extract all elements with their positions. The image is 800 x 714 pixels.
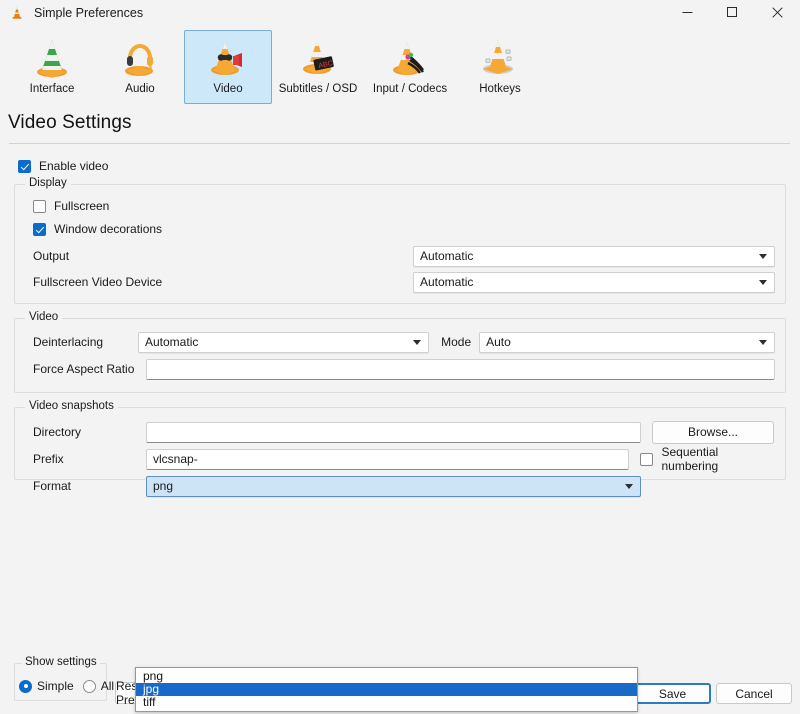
window-controls xyxy=(665,0,800,25)
tab-interface[interactable]: Interface xyxy=(8,30,96,104)
fullscreen-checkbox[interactable] xyxy=(33,200,46,213)
tab-hotkeys[interactable]: Hotkeys xyxy=(456,30,544,104)
directory-row: Directory Browse... xyxy=(25,421,775,443)
fullscreen-video-device-combobox[interactable]: Automatic xyxy=(413,272,775,293)
sequential-numbering-checkbox[interactable] xyxy=(640,453,653,466)
tab-video[interactable]: Video xyxy=(184,30,272,104)
cancel-button[interactable]: Cancel xyxy=(716,683,792,704)
save-button-label: Save xyxy=(659,687,686,701)
tab-label: Interface xyxy=(30,83,75,95)
mode-label: Mode xyxy=(441,335,471,349)
mode-combobox[interactable]: Auto xyxy=(479,332,775,353)
show-settings-options: Simple All xyxy=(19,677,106,695)
save-button[interactable]: Save xyxy=(634,683,711,704)
fullscreen-row[interactable]: Fullscreen xyxy=(33,197,775,215)
directory-label: Directory xyxy=(33,425,146,439)
format-dropdown-list[interactable]: png jpg tiff xyxy=(135,667,638,712)
title-bar: Simple Preferences xyxy=(0,0,800,25)
chevron-down-icon xyxy=(625,484,633,489)
window-decorations-label: Window decorations xyxy=(54,222,162,236)
radio-simple-label: Simple xyxy=(37,679,74,693)
format-value: png xyxy=(147,479,173,493)
close-icon[interactable] xyxy=(755,0,800,25)
prefix-value: vlcsnap- xyxy=(147,452,198,466)
tab-label: Subtitles / OSD xyxy=(279,83,358,95)
mode-value: Auto xyxy=(480,335,511,349)
prefix-label: Prefix xyxy=(33,452,146,466)
chevron-down-icon xyxy=(759,280,767,285)
output-combobox[interactable]: Automatic xyxy=(413,246,775,267)
vlc-subtitles-icon: ABC xyxy=(295,36,341,80)
output-value: Automatic xyxy=(414,249,473,263)
deinterlacing-row: Deinterlacing Automatic Mode Auto xyxy=(25,331,775,353)
vlc-audio-icon xyxy=(117,36,163,80)
tab-audio[interactable]: Audio xyxy=(96,30,184,104)
tab-label: Input / Codecs xyxy=(373,83,447,95)
force-aspect-ratio-row: Force Aspect Ratio xyxy=(25,358,775,380)
tab-label: Video xyxy=(213,83,242,95)
format-label: Format xyxy=(33,479,146,493)
enable-video-label: Enable video xyxy=(39,159,108,173)
fullscreen-label: Fullscreen xyxy=(54,199,109,213)
deinterlacing-combobox[interactable]: Automatic xyxy=(138,332,429,353)
format-option-tiff[interactable]: tiff xyxy=(136,696,637,709)
display-group-title: Display xyxy=(25,177,71,189)
directory-input[interactable] xyxy=(146,422,641,443)
chevron-down-icon xyxy=(759,254,767,259)
enable-video-row[interactable]: Enable video xyxy=(18,157,786,175)
vlc-hotkeys-icon xyxy=(477,36,523,80)
enable-video-checkbox[interactable] xyxy=(18,160,31,173)
radio-simple[interactable] xyxy=(19,680,32,693)
tab-subtitles-osd[interactable]: ABC Subtitles / OSD xyxy=(272,30,364,104)
format-option-png[interactable]: png xyxy=(136,670,637,683)
window-decorations-checkbox[interactable] xyxy=(33,223,46,236)
prefix-row: Prefix vlcsnap- Sequential numbering xyxy=(25,448,775,470)
tab-label: Hotkeys xyxy=(479,83,521,95)
vlc-interface-icon xyxy=(29,36,75,80)
chevron-down-icon xyxy=(759,340,767,345)
minimize-icon[interactable] xyxy=(665,0,710,25)
cancel-button-label: Cancel xyxy=(735,687,772,701)
video-snapshots-group: Video snapshots Directory Browse... Pref… xyxy=(14,407,786,480)
format-option-jpg[interactable]: jpg xyxy=(136,683,637,696)
fullscreen-video-device-value: Automatic xyxy=(414,275,473,289)
prefix-input[interactable]: vlcsnap- xyxy=(146,449,629,470)
show-settings-group: Show settings Simple All xyxy=(14,663,107,701)
browse-button-label: Browse... xyxy=(688,425,738,439)
sequential-numbering-label: Sequential numbering xyxy=(661,445,775,473)
vlc-cone-icon xyxy=(9,5,25,21)
page-title: Video Settings xyxy=(8,112,800,134)
tab-label: Audio xyxy=(125,83,154,95)
force-aspect-ratio-label: Force Aspect Ratio xyxy=(33,362,146,376)
radio-all[interactable] xyxy=(83,680,96,693)
sequential-numbering-row[interactable]: Sequential numbering xyxy=(640,450,775,468)
vlc-video-icon xyxy=(205,36,251,80)
video-group-title: Video xyxy=(25,311,62,323)
video-group: Video Deinterlacing Automatic Mode Auto … xyxy=(14,318,786,393)
deinterlacing-value: Automatic xyxy=(139,335,198,349)
fullscreen-video-device-row: Fullscreen Video Device Automatic xyxy=(25,271,775,293)
video-snapshots-group-title: Video snapshots xyxy=(25,400,118,412)
maximize-icon[interactable] xyxy=(710,0,755,25)
preferences-tab-strip: Interface Audio xyxy=(0,25,800,108)
format-combobox[interactable]: png xyxy=(146,476,641,497)
window-decorations-row[interactable]: Window decorations xyxy=(33,220,775,238)
radio-all-label: All xyxy=(101,679,114,693)
settings-content: Enable video Display Fullscreen Window d… xyxy=(0,157,800,480)
window-title: Simple Preferences xyxy=(34,6,143,20)
output-row: Output Automatic xyxy=(25,245,775,267)
title-divider xyxy=(9,143,790,144)
display-group: Display Fullscreen Window decorations Ou… xyxy=(14,184,786,304)
browse-button[interactable]: Browse... xyxy=(652,421,774,444)
deinterlacing-label: Deinterlacing xyxy=(33,335,138,349)
fullscreen-video-device-label: Fullscreen Video Device xyxy=(33,275,413,289)
chevron-down-icon xyxy=(413,340,421,345)
force-aspect-ratio-input[interactable] xyxy=(146,359,775,380)
vlc-input-icon xyxy=(387,36,433,80)
format-row: Format png xyxy=(25,475,775,497)
show-settings-title: Show settings xyxy=(22,656,100,668)
output-label: Output xyxy=(33,249,413,263)
tab-input-codecs[interactable]: Input / Codecs xyxy=(364,30,456,104)
